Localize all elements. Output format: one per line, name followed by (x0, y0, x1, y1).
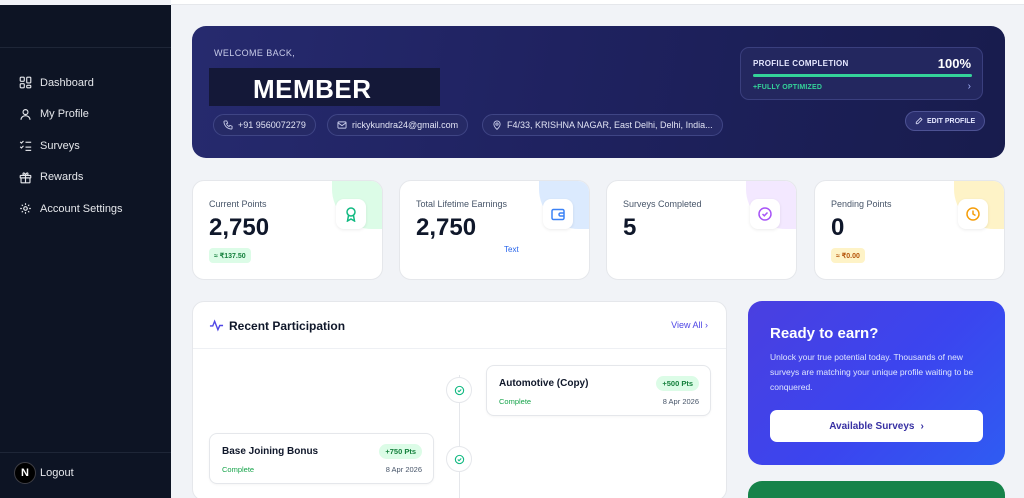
pencil-icon (915, 117, 923, 125)
stat-label: Current Points (209, 199, 267, 209)
view-all-label: View All (671, 320, 703, 330)
address-text: F4/33, KRISHNA NAGAR, East Delhi, Delhi,… (507, 120, 713, 130)
check-circle-icon (446, 446, 472, 472)
panel-title: Recent Participation (229, 319, 346, 333)
wallet-icon (543, 199, 573, 229)
entry-date: 8 Apr 2026 (662, 397, 699, 406)
check-circle-icon (446, 377, 472, 403)
phone-chip[interactable]: +91 9560072279 (213, 114, 316, 136)
top-bar (171, 0, 1024, 5)
points-badge: +750 Pts (379, 444, 422, 459)
sidebar-nav: Dashboard My Profile Surveys Rewards Acc… (0, 67, 171, 225)
sidebar-item-my-profile[interactable]: My Profile (0, 99, 171, 131)
award-icon (336, 199, 366, 229)
timeline-entry[interactable]: Automotive (Copy) +500 Pts Complete 8 Ap… (486, 365, 711, 416)
chevron-right-icon: › (920, 420, 924, 432)
available-surveys-button[interactable]: Available Surveys › (770, 410, 983, 442)
address-chip[interactable]: F4/33, KRISHNA NAGAR, East Delhi, Delhi,… (482, 114, 723, 136)
avatar: N (14, 462, 36, 484)
sidebar-item-label: My Profile (40, 108, 89, 121)
recent-participation-panel: Recent Participation View All › Automoti… (192, 301, 727, 498)
user-name: MEMBER (253, 74, 372, 104)
stat-card-surveys-completed: Surveys Completed 5 (606, 180, 797, 280)
stat-card-pending-points: Pending Points 0 ≈ ₹0.00 (814, 180, 1005, 280)
stat-subtext: Text (504, 245, 519, 254)
mail-icon (337, 121, 347, 129)
stat-card-lifetime-earnings: Total Lifetime Earnings 2,750 Text (399, 180, 590, 280)
profile-completion-label: PROFILE COMPLETION (753, 59, 849, 68)
profile-completion-bar (753, 74, 972, 77)
welcome-banner: WELCOME BACK, MEMBER +91 9560072279 rick… (192, 26, 1005, 158)
app-root: Dashboard My Profile Surveys Rewards Acc… (0, 0, 1024, 498)
chevron-right-icon: › (967, 81, 971, 92)
logout-button[interactable]: N Logout (14, 462, 74, 484)
ready-title: Ready to earn? (770, 325, 879, 342)
stat-value: 2,750 (209, 214, 270, 241)
sidebar-item-rewards[interactable]: Rewards (0, 162, 171, 194)
user-icon (19, 108, 32, 121)
timeline-entry[interactable]: Base Joining Bonus +750 Pts Complete 8 A… (209, 433, 434, 484)
ready-description: Unlock your true potential today. Thousa… (770, 352, 974, 392)
stat-label: Pending Points (831, 199, 892, 209)
entry-status: Complete (222, 465, 255, 474)
edit-profile-label: EDIT PROFILE (927, 117, 976, 125)
stat-label: Surveys Completed (623, 199, 702, 209)
sidebar-item-account-settings[interactable]: Account Settings (0, 193, 171, 225)
location-pin-icon (493, 120, 501, 130)
clock-icon (958, 199, 988, 229)
phone-icon (223, 120, 233, 130)
divider (0, 47, 171, 48)
gear-icon (19, 202, 32, 215)
sidebar: Dashboard My Profile Surveys Rewards Acc… (0, 5, 171, 498)
secondary-card (748, 481, 1005, 498)
grid-icon (19, 76, 32, 89)
sidebar-item-label: Account Settings (40, 202, 123, 215)
ready-to-earn-card: Ready to earn? Unlock your true potentia… (748, 301, 1005, 465)
profile-completion-card[interactable]: PROFILE COMPLETION 100% +FULLY OPTIMIZED… (740, 47, 983, 100)
entry-title: Automotive (Copy) (499, 378, 589, 389)
sidebar-item-label: Dashboard (40, 76, 94, 89)
activity-icon (209, 319, 224, 332)
entry-date: 8 Apr 2026 (385, 465, 422, 474)
available-surveys-label: Available Surveys (829, 420, 915, 432)
points-value-badge: ≈ ₹0.00 (831, 248, 865, 263)
entry-status: Complete (499, 397, 532, 406)
panel-header: Recent Participation View All › (193, 302, 726, 349)
view-all-link[interactable]: View All › (671, 320, 708, 330)
profile-status: +FULLY OPTIMIZED (753, 84, 823, 91)
sidebar-item-dashboard[interactable]: Dashboard (0, 67, 171, 99)
sidebar-item-surveys[interactable]: Surveys (0, 130, 171, 162)
sidebar-item-label: Surveys (40, 139, 80, 152)
check-circle-icon (750, 199, 780, 229)
stat-value: 2,750 (416, 214, 477, 241)
email-chip[interactable]: rickykundra24@gmail.com (327, 114, 469, 136)
points-value-badge: ≈ ₹137.50 (209, 248, 251, 263)
logout-label: Logout (40, 467, 74, 479)
profile-completion-fill (753, 74, 972, 77)
stat-card-current-points: Current Points 2,750 ≈ ₹137.50 (192, 180, 383, 280)
stat-value: 5 (623, 214, 637, 241)
edit-profile-button[interactable]: EDIT PROFILE (905, 111, 986, 131)
profile-completion-value: 100% (937, 56, 971, 71)
phone-text: +91 9560072279 (238, 120, 306, 130)
email-text: rickykundra24@gmail.com (352, 120, 459, 130)
list-check-icon (19, 139, 32, 152)
stat-value: 0 (831, 214, 845, 241)
sidebar-item-label: Rewards (40, 171, 84, 184)
divider (0, 452, 171, 453)
welcome-text: WELCOME BACK, (214, 48, 296, 58)
entry-title: Base Joining Bonus (222, 446, 319, 457)
gift-icon (19, 171, 32, 184)
stat-label: Total Lifetime Earnings (416, 199, 508, 209)
points-badge: +500 Pts (656, 376, 699, 391)
